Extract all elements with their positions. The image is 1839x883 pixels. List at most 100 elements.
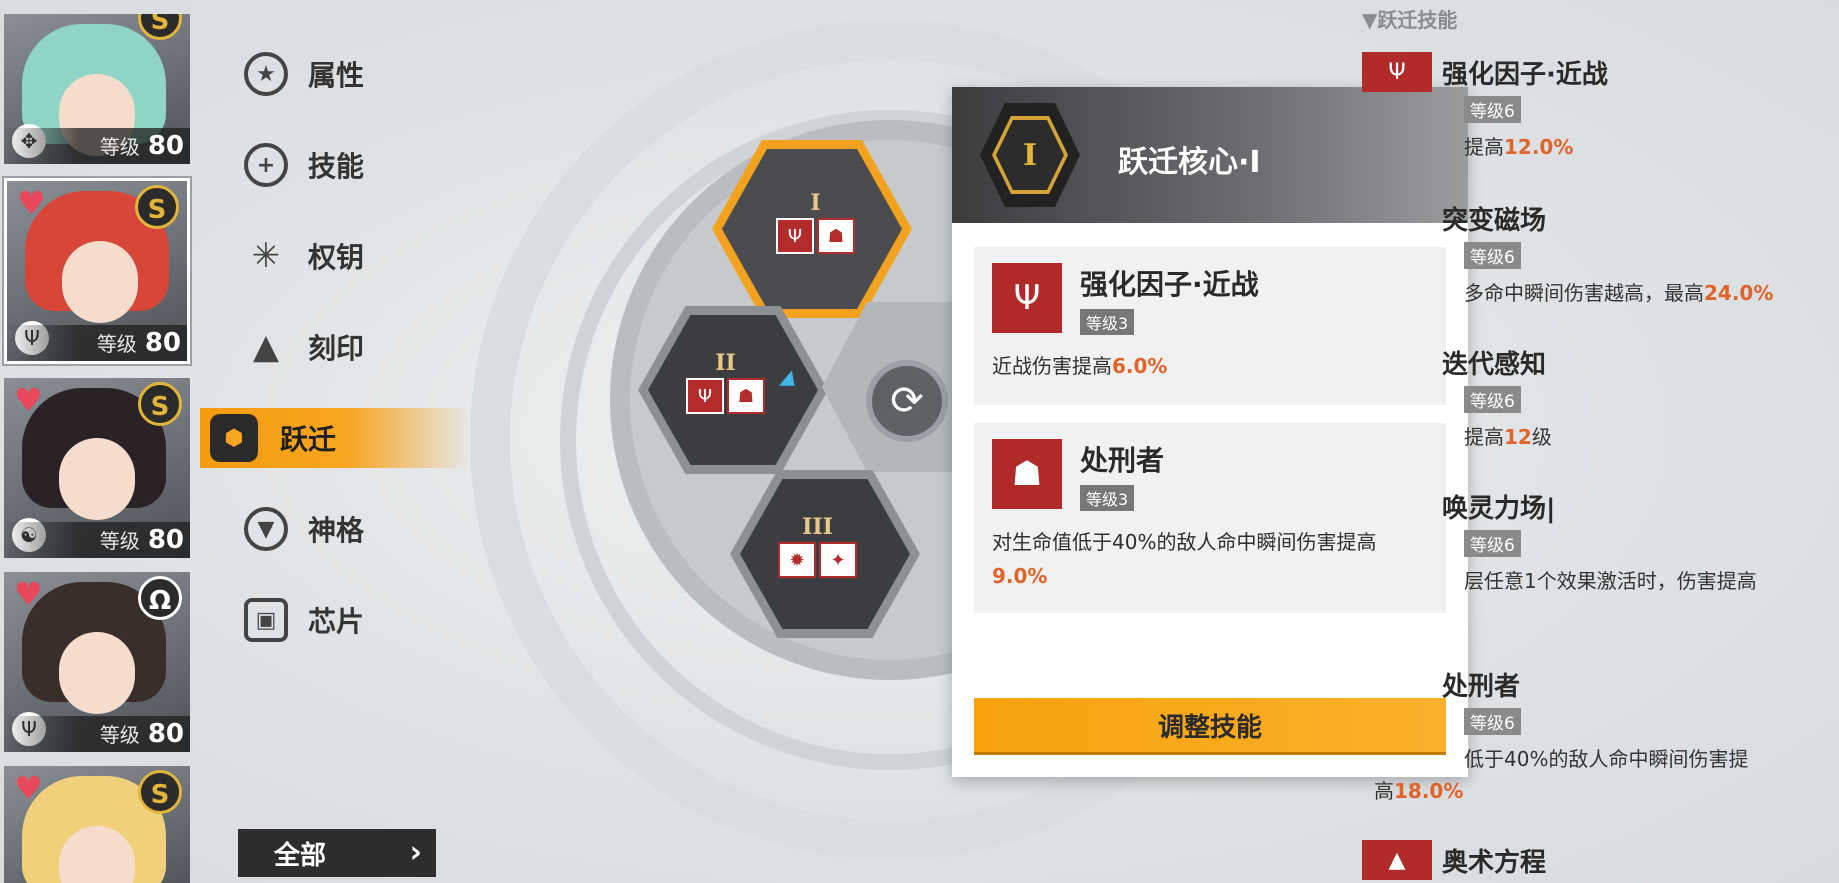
trident-icon: Ψ	[992, 263, 1062, 333]
character-card[interactable]: ♥ S	[4, 766, 190, 883]
nav-item-transition[interactable]: ⬢ 跃迁	[200, 408, 470, 468]
skill-level: 等级6	[1464, 386, 1521, 413]
cannon-icon: ✦	[819, 542, 857, 578]
hood-icon	[1362, 664, 1432, 704]
hood-icon: ☗	[817, 218, 855, 254]
skill-name: 强化因子·近战	[1442, 59, 1608, 90]
filter-all-button[interactable]: 全部 ›	[238, 829, 436, 877]
star-circle-icon: ★	[244, 52, 288, 96]
section-title[interactable]: ▼跃迁技能	[1362, 4, 1457, 33]
skill-level: 等级3	[1080, 309, 1135, 335]
skill-name: 强化因子·近战	[1080, 268, 1259, 301]
side-nav: ★ 属性 + 技能 ✳ 权钥 ▲ 刻印 ⬢ 跃迁 ▼ 神格 ▣ 芯片	[200, 44, 478, 681]
triangle-mark-icon: ▲	[252, 327, 280, 367]
level-bar: 等级 80	[7, 325, 187, 361]
rank-badge: S	[138, 14, 182, 40]
skill-description: 层任意1个效果激活时，伤害提高	[1464, 565, 1839, 597]
skill-name: 迭代感知	[1442, 349, 1547, 380]
rank-badge: S	[138, 770, 182, 814]
skill-description: 提高12级	[1464, 421, 1839, 453]
skill-description: 提高12.0%	[1464, 131, 1839, 163]
character-card[interactable]: S ✥ 等级80	[4, 14, 190, 164]
skill-description-cont: 高18.0%	[1374, 775, 1839, 807]
skill-level: 等级6	[1464, 708, 1521, 735]
character-face	[59, 438, 135, 520]
iteration-icon	[1362, 342, 1432, 382]
nav-item-keys[interactable]: ✳ 权钥	[218, 226, 478, 286]
character-card[interactable]: ♥ S ☯ 等级80	[4, 378, 190, 558]
slot-numeral: II	[715, 350, 736, 376]
skill-list-item: 迭代感知 等级6 提高12级	[1362, 342, 1839, 453]
desc-value: 12.0%	[1504, 135, 1574, 159]
hood-icon: ☗	[727, 378, 765, 414]
skill-list-item: 突变磁场 等级6 多命中瞬间伤害越高，最高24.0%	[1362, 198, 1839, 309]
desc-text: 提高	[1464, 135, 1504, 159]
nav-label: 技能	[308, 150, 365, 183]
desc-suffix: 级	[1531, 425, 1552, 449]
skill-level: 等级6	[1464, 530, 1521, 557]
favorite-heart-icon[interactable]: ♥	[17, 187, 46, 219]
skill-level: 等级6	[1464, 242, 1521, 269]
skill-name: 唤灵力场|	[1442, 493, 1556, 524]
favorite-heart-icon[interactable]: ♥	[14, 384, 43, 416]
nav-label: 跃迁	[280, 423, 337, 456]
nav-label: 神格	[308, 514, 365, 547]
hex-slot-3-content: III ✹ ✦	[778, 514, 857, 578]
desc-text: 提高	[1464, 425, 1504, 449]
skill-level: 等级6	[1464, 96, 1521, 123]
filter-all-label: 全部	[274, 840, 327, 871]
core-badge-numeral: I	[996, 120, 1064, 190]
desc-value: 24.0%	[1704, 281, 1774, 305]
nav-item-chip[interactable]: ▣ 芯片	[218, 590, 478, 650]
skill-list-item: 唤灵力场| 等级6 层任意1个效果激活时，伤害提高	[1362, 486, 1839, 597]
hex-core-icon: ⬢	[210, 414, 258, 462]
nav-item-divinity[interactable]: ▼ 神格	[218, 499, 478, 559]
rank-badge: Ω	[138, 576, 182, 620]
key-burst-icon: ✳	[251, 236, 281, 276]
trident-icon: Ψ	[1362, 52, 1432, 92]
skill-name: 突变磁场	[1442, 205, 1547, 236]
nav-item-imprint[interactable]: ▲ 刻印	[218, 317, 478, 377]
nav-item-attributes[interactable]: ★ 属性	[218, 44, 478, 104]
skill-name: 处刑者	[1080, 444, 1165, 477]
nav-label: 芯片	[308, 605, 365, 638]
character-face	[62, 241, 138, 323]
spirit-field-icon	[1362, 486, 1432, 526]
swap-cycle-icon[interactable]: ⟳	[866, 360, 948, 442]
desc-text: 多命中瞬间伤害越高，最高	[1464, 281, 1704, 305]
favorite-heart-icon[interactable]: ♥	[14, 578, 43, 610]
spider-icon: ✹	[778, 542, 816, 578]
desc-value: 6.0%	[1112, 354, 1168, 378]
skill-name: 奥术方程	[1442, 847, 1547, 878]
skill-description: 低于40%的敌人命中瞬间伤害提	[1464, 743, 1839, 775]
favorite-heart-icon[interactable]: ♥	[14, 772, 43, 804]
hex-slot-1-content: I Ψ ☗	[776, 190, 855, 254]
desc-text: 高	[1374, 779, 1394, 803]
trident-icon: Ψ	[686, 378, 724, 414]
magnet-icon	[1362, 198, 1432, 238]
slot-numeral: III	[802, 514, 833, 540]
level-label: 等级	[99, 723, 140, 747]
skill-list-item: 处刑者 等级6 低于40%的敌人命中瞬间伤害提 高18.0%	[1362, 664, 1839, 807]
level-bar: 等级 80	[4, 128, 190, 164]
desc-value: 9.0%	[992, 564, 1048, 588]
nav-label: 刻印	[308, 332, 365, 365]
arcane-equation-icon: ▲	[1362, 840, 1432, 880]
hex-slot-2-content: II Ψ ☗	[686, 350, 765, 414]
desc-value: 18.0%	[1394, 779, 1464, 803]
skill-list-item: ▲ 奥术方程	[1362, 840, 1839, 880]
desc-text: 层任意1个效果激活时，伤害提高	[1464, 569, 1757, 593]
rank-badge: S	[135, 185, 179, 229]
level-bar: 等级 80	[4, 716, 190, 752]
core-hex-badge: I	[980, 103, 1080, 207]
level-value: 80	[147, 131, 184, 161]
chip-icon: ▣	[244, 598, 288, 642]
hood-icon: ☗	[992, 439, 1062, 509]
character-list: S ✥ 等级80 ♥ S Ψ 等级80 ♥ S ☯ 等级80 ♥ Ω Ψ 等级8…	[4, 14, 190, 883]
character-card-selected[interactable]: ♥ S Ψ 等级80	[4, 178, 190, 364]
level-value: 80	[147, 525, 184, 555]
nav-item-skills[interactable]: + 技能	[218, 135, 478, 195]
character-card[interactable]: ♥ Ω Ψ 等级80	[4, 572, 190, 752]
level-value: 80	[144, 328, 181, 358]
level-bar: 等级 80	[4, 522, 190, 558]
